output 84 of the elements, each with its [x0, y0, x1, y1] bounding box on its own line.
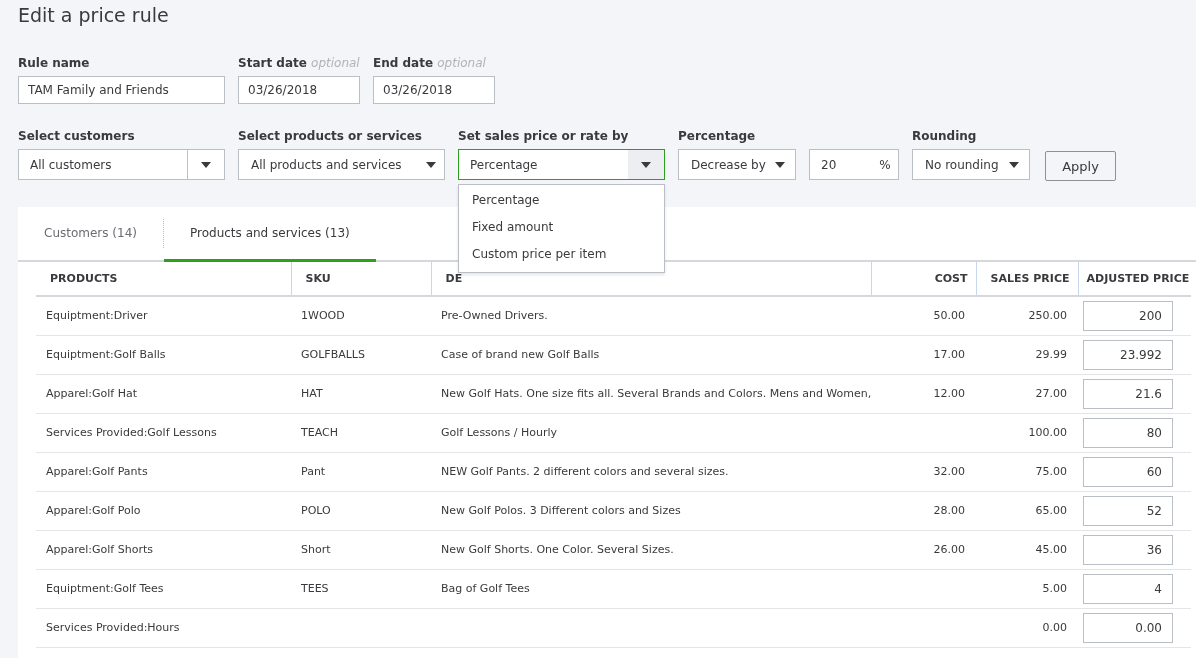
dropdown[interactable]: All products and services — [238, 149, 445, 180]
column-header: COST — [934, 272, 968, 285]
input-field[interactable]: 20 % — [809, 149, 899, 180]
date-field[interactable]: 03/26/2018 — [373, 76, 495, 104]
column-header: DE — [445, 272, 463, 285]
table-cell: 12.00 — [933, 387, 965, 400]
table-cell: New Golf Shorts. One Color. Several Sizes. — [441, 543, 674, 556]
table-cell: Apparel:Golf Polo — [46, 504, 141, 517]
table-cell: Services Provided:Golf Lessons — [46, 426, 217, 439]
caret-icon — [775, 161, 786, 168]
dropdown[interactable]: Decrease by — [678, 149, 796, 180]
table-cell: Apparel:Golf Hat — [46, 387, 138, 400]
field-label: End date optional — [373, 56, 487, 71]
table-cell: New Golf Hats. One size fits all. Several Brands and Colors. Mens and Women, — [441, 387, 872, 400]
column-header: PRODUCTS — [50, 272, 118, 285]
date-field[interactable]: 03/26/2018 — [238, 76, 360, 104]
table-cell: 28.00 — [933, 504, 965, 517]
tab[interactable]: Customers (14) — [18, 207, 163, 262]
field-label: Set sales price or rate by — [458, 129, 630, 144]
caret-icon — [1009, 161, 1019, 168]
table-cell: 17.00 — [933, 348, 965, 361]
field-label: Rule name — [18, 56, 91, 71]
menu-item[interactable]: Fixed amount — [459, 215, 664, 242]
dropdown[interactable]: Percentage — [458, 149, 665, 180]
table-cell: 45.00 — [1035, 543, 1067, 556]
price-input[interactable]: 0.00 — [1083, 612, 1173, 643]
price-input[interactable]: 60 — [1083, 456, 1173, 487]
price-input[interactable]: 200 — [1083, 300, 1173, 331]
column-header: SALES PRICE — [990, 272, 1070, 285]
table-cell: Equiptment:Golf Tees — [46, 582, 164, 595]
table-cell: Services Provided:Hours — [46, 621, 180, 634]
table-cell: Short — [301, 543, 331, 556]
table-cell: TEES — [301, 582, 329, 595]
dropdown[interactable]: No rounding — [912, 149, 1030, 180]
table-cell: Pre-Owned Drivers. — [441, 309, 548, 323]
table-cell: 27.00 — [1035, 387, 1067, 400]
caret-icon — [201, 161, 211, 168]
table-cell: Equiptment:Driver — [46, 309, 148, 323]
field-label: Select customers — [18, 129, 136, 144]
table-cell: HAT — [301, 387, 323, 400]
table-cell: 65.00 — [1035, 504, 1067, 517]
table-cell: 29.99 — [1035, 348, 1067, 361]
table-cell: NEW Golf Pants. 2 different colors and several sizes. — [441, 465, 729, 478]
table-cell: 75.00 — [1035, 465, 1067, 478]
table-cell: 250.00 — [1028, 309, 1067, 323]
field-label: Percentage — [678, 129, 757, 144]
table-cell: 5.00 — [1042, 582, 1067, 595]
caret-icon — [426, 161, 436, 168]
table-cell: Pant — [301, 465, 326, 478]
price-input[interactable]: 52 — [1083, 495, 1173, 526]
table-cell: Equiptment:Golf Balls — [46, 348, 166, 361]
price-input[interactable]: 23.992 — [1083, 339, 1173, 370]
dropdown[interactable]: All customers — [18, 149, 225, 180]
price-input[interactable]: 80 — [1083, 417, 1173, 448]
table-cell: Bag of Golf Tees — [441, 582, 530, 595]
caret-icon — [641, 161, 651, 168]
field-label: Select products or services — [238, 129, 423, 144]
field-label: Rounding — [912, 129, 978, 144]
apply-button[interactable]: Apply — [1045, 151, 1116, 181]
menu-item[interactable]: Custom price per item — [459, 242, 664, 269]
menu-item[interactable]: Percentage — [459, 188, 664, 215]
field-label: Start date optional — [238, 56, 360, 71]
table-cell: New Golf Polos. 3 Different colors and Sizes — [441, 504, 681, 517]
table-cell: 26.00 — [933, 543, 965, 556]
column-header: ADJUSTED PRICE — [1086, 272, 1190, 285]
price-input[interactable]: 21.6 — [1083, 378, 1173, 409]
table-cell: Apparel:Golf Shorts — [46, 543, 153, 556]
table-cell: GOLFBALLS — [301, 348, 365, 361]
price-input[interactable]: 4 — [1083, 573, 1173, 604]
table-cell: Case of brand new Golf Balls — [441, 348, 600, 361]
input-field[interactable]: TAM Family and Friends — [18, 76, 225, 104]
table-cell: 100.00 — [1028, 426, 1067, 439]
price-input[interactable]: 36 — [1083, 534, 1173, 565]
page-title: Edit a price rule — [18, 4, 169, 28]
column-header: SKU — [305, 272, 331, 285]
table-cell: POLO — [301, 504, 331, 517]
table-cell: Golf Lessons / Hourly — [441, 426, 558, 439]
table-cell: TEACH — [301, 426, 338, 439]
tab[interactable]: Products and services (13) — [164, 207, 376, 262]
table-cell: Apparel:Golf Pants — [46, 465, 148, 478]
table-cell: 1WOOD — [301, 309, 345, 323]
table-cell: 50.00 — [933, 309, 965, 323]
table-cell: 0.00 — [1042, 621, 1067, 634]
table-cell: 32.00 — [933, 465, 965, 478]
